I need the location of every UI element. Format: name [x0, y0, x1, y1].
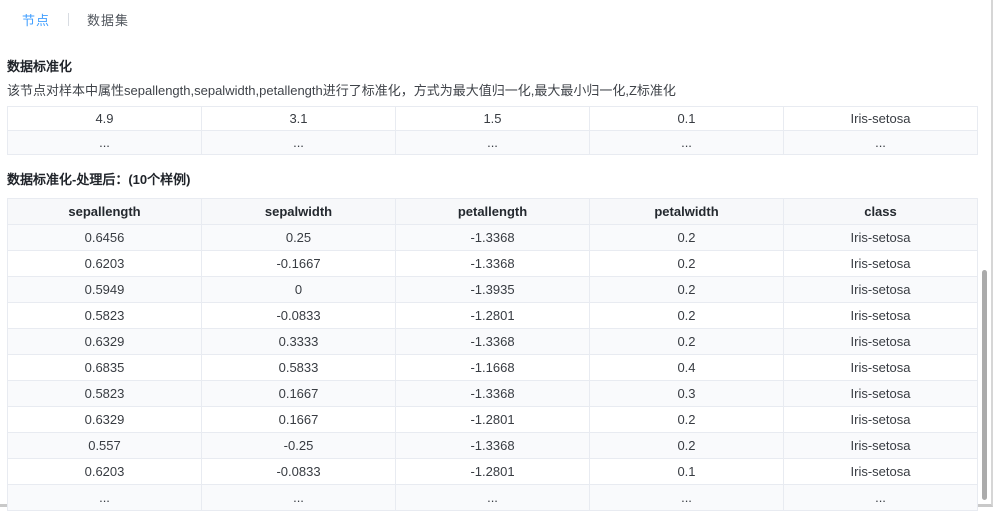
table-cell: 0.1 — [590, 459, 784, 485]
table-cell: 0.6456 — [8, 225, 202, 251]
table-cell: Iris-setosa — [784, 381, 978, 407]
table-row: 0.6329 0.1667 -1.2801 0.2 Iris-setosa — [8, 407, 978, 433]
table-cell: 0.2 — [590, 225, 784, 251]
table-cell: -1.3935 — [396, 277, 590, 303]
table-cell: ... — [590, 131, 784, 155]
table-cell: Iris-setosa — [784, 107, 978, 131]
table-cell: Iris-setosa — [784, 459, 978, 485]
normalization-description: 该节点对样本中属性sepallength,sepalwidth,petallen… — [7, 80, 976, 99]
vertical-scrollbar-thumb[interactable] — [982, 270, 987, 500]
table-cell: 1.5 — [396, 107, 590, 131]
table-cell: 0.557 — [8, 433, 202, 459]
table-cell: -1.3368 — [396, 225, 590, 251]
table-cell: 0.2 — [590, 277, 784, 303]
table-cell: 0.25 — [202, 225, 396, 251]
table-cell: ... — [202, 131, 396, 155]
table-cell: -1.3368 — [396, 433, 590, 459]
column-header-class: class — [784, 199, 978, 225]
table-row: 0.6203 -0.1667 -1.3368 0.2 Iris-setosa — [8, 251, 978, 277]
table-cell: 0.6329 — [8, 329, 202, 355]
table-cell: 0.5823 — [8, 303, 202, 329]
table-cell: -0.25 — [202, 433, 396, 459]
table-cell: 0.2 — [590, 407, 784, 433]
table-cell: 0.2 — [590, 329, 784, 355]
table-cell: -0.1667 — [202, 251, 396, 277]
before-sample-table: 4.9 3.1 1.5 0.1 Iris-setosa ... ... ... … — [7, 106, 978, 155]
table-cell: 0.6329 — [8, 407, 202, 433]
table-cell: 0.4 — [590, 355, 784, 381]
table-cell: -1.2801 — [396, 407, 590, 433]
table-cell: -1.1668 — [396, 355, 590, 381]
table-cell: 0.3 — [590, 381, 784, 407]
table-cell: 0.2 — [590, 303, 784, 329]
table-row: 0.6329 0.3333 -1.3368 0.2 Iris-setosa — [8, 329, 978, 355]
column-header-petallength: petallength — [396, 199, 590, 225]
table-cell: 0.5833 — [202, 355, 396, 381]
table-row: 0.6835 0.5833 -1.1668 0.4 Iris-setosa — [8, 355, 978, 381]
table-row: 0.6203 -0.0833 -1.2801 0.1 Iris-setosa — [8, 459, 978, 485]
table-cell: Iris-setosa — [784, 303, 978, 329]
tab-bar: 节点 数据集 — [0, 0, 991, 30]
table-cell: ... — [784, 131, 978, 155]
table-cell: Iris-setosa — [784, 277, 978, 303]
table-cell: 0.2 — [590, 433, 784, 459]
table-cell: -1.2801 — [396, 303, 590, 329]
table-row: 0.5949 0 -1.3935 0.2 Iris-setosa — [8, 277, 978, 303]
table-cell: 0.6203 — [8, 251, 202, 277]
table-cell: -1.2801 — [396, 459, 590, 485]
table-cell: 3.1 — [202, 107, 396, 131]
table-cell: 0 — [202, 277, 396, 303]
table-cell: 0.6203 — [8, 459, 202, 485]
table-cell: ... — [396, 131, 590, 155]
column-header-petalwidth: petalwidth — [590, 199, 784, 225]
table-cell: Iris-setosa — [784, 433, 978, 459]
table-cell: 0.1 — [590, 107, 784, 131]
section-title-normalization: 数据标准化 — [7, 56, 976, 75]
table-cell: -0.0833 — [202, 459, 396, 485]
table-row: 0.557 -0.25 -1.3368 0.2 Iris-setosa — [8, 433, 978, 459]
table-cell: -0.0833 — [202, 303, 396, 329]
table-row: 4.9 3.1 1.5 0.1 Iris-setosa — [8, 107, 978, 131]
table-cell: Iris-setosa — [784, 329, 978, 355]
table-cell: 0.1667 — [202, 381, 396, 407]
table-row: 0.5823 -0.0833 -1.2801 0.2 Iris-setosa — [8, 303, 978, 329]
section-title-processed: 数据标准化-处理后：(10个样例) — [7, 169, 976, 188]
table-row: 0.5823 0.1667 -1.3368 0.3 Iris-setosa — [8, 381, 978, 407]
processed-sample-table: sepallength sepalwidth petallength petal… — [7, 198, 978, 511]
tab-dataset[interactable]: 数据集 — [87, 10, 129, 29]
table-cell: -1.3368 — [396, 251, 590, 277]
table-cell: Iris-setosa — [784, 355, 978, 381]
column-header-sepallength: sepallength — [8, 199, 202, 225]
tab-node[interactable]: 节点 — [22, 10, 50, 29]
results-panel: 节点 数据集 数据标准化 该节点对样本中属性sepallength,sepalw… — [0, 0, 993, 507]
main-content: 数据标准化 该节点对样本中属性sepallength,sepalwidth,pe… — [0, 56, 991, 511]
table-cell: 0.2 — [590, 251, 784, 277]
table-header-row: sepallength sepalwidth petallength petal… — [8, 199, 978, 225]
table-cell: 0.1667 — [202, 407, 396, 433]
table-cell: Iris-setosa — [784, 251, 978, 277]
table-cell: 0.5823 — [8, 381, 202, 407]
table-cell: ... — [8, 131, 202, 155]
table-cell: Iris-setosa — [784, 407, 978, 433]
table-row: 0.6456 0.25 -1.3368 0.2 Iris-setosa — [8, 225, 978, 251]
column-header-sepalwidth: sepalwidth — [202, 199, 396, 225]
table-cell: Iris-setosa — [784, 225, 978, 251]
table-cell: 0.6835 — [8, 355, 202, 381]
table-cell: 0.3333 — [202, 329, 396, 355]
table-cell: -1.3368 — [396, 381, 590, 407]
tab-divider — [68, 13, 69, 26]
table-cell: 0.5949 — [8, 277, 202, 303]
table-cell: 4.9 — [8, 107, 202, 131]
table-row: ... ... ... ... ... — [8, 131, 978, 155]
table-cell: -1.3368 — [396, 329, 590, 355]
